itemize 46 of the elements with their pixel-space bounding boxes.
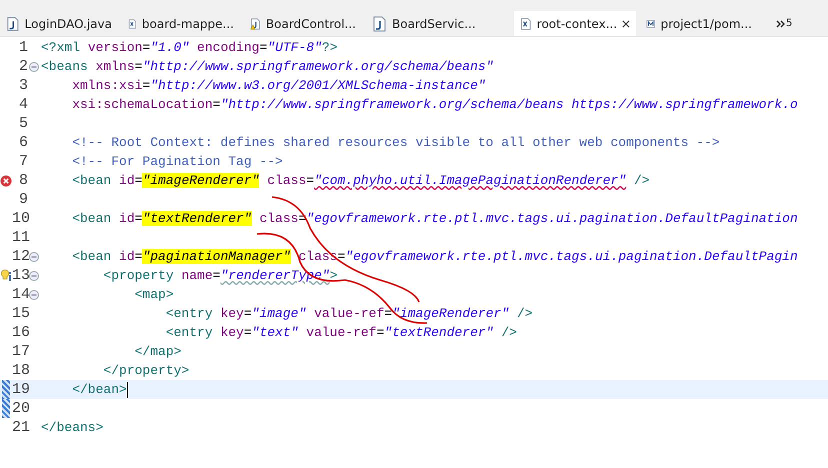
chevron-icon[interactable]: [776, 20, 786, 28]
line-number: 5: [18, 115, 28, 132]
line-number: 16: [12, 324, 28, 341]
line-number: 21: [12, 419, 28, 436]
code-line: </map>: [134, 343, 182, 361]
code-line: </property>: [102, 362, 190, 380]
line-number: 18: [12, 362, 28, 379]
line-number: 7: [18, 153, 28, 170]
line-number: 14: [12, 286, 28, 303]
line-number: 2: [18, 58, 28, 75]
code-line: xmlns:xsi="http://www.w3.org/2001/XMLSchema-instance": [71, 77, 486, 95]
code-line: <map>: [134, 286, 174, 304]
line-number: 11: [12, 229, 28, 246]
collapse-icon[interactable]: [29, 62, 39, 72]
line-number: 13: [12, 267, 28, 284]
java-file-icon: [372, 16, 387, 32]
code-line: </bean>: [71, 380, 128, 399]
line-number: 20: [12, 400, 28, 417]
collapse-icon[interactable]: [29, 252, 39, 262]
code-line: <bean id="imageRenderer" class="com.phyho.util.ImagePaginationRenderer" />: [71, 172, 650, 190]
close-icon[interactable]: [622, 18, 630, 28]
xml-file-icon: [520, 16, 532, 32]
line-number: 12: [12, 248, 28, 265]
code-line: <!-- For Pagination Tag -->: [71, 153, 283, 171]
overflow-count[interactable]: 5: [786, 18, 792, 29]
code-line: <beans xmlns="http://www.springframework.org/schema/beans": [41, 58, 494, 76]
collapse-icon[interactable]: [29, 270, 39, 280]
line-number: 9: [18, 191, 28, 208]
code-line: <entry key="image" value-ref="imageRenderer" />: [164, 305, 533, 323]
java-file-icon: [6, 16, 20, 32]
line-number: 17: [12, 343, 28, 360]
collapse-icon[interactable]: [29, 290, 39, 300]
line-number: 6: [18, 134, 28, 151]
code-line: <entry key="text" value-ref="textRenderer" />: [164, 324, 517, 342]
code-line: <!-- Root Context: defines shared resources visible to all other web components -->: [71, 134, 720, 152]
line-number: 1: [18, 39, 28, 56]
editor-tab[interactable]: root-contex...: [514, 11, 636, 36]
code-line: <?xml version="1.0" encoding="UTF-8"?>: [41, 39, 338, 57]
line-number: 19: [12, 381, 28, 398]
line-number: 15: [12, 305, 28, 322]
code-line: xsi:schemaLocation="http://www.springframework.org/schema/beans https://www.springframework.o: [71, 96, 798, 114]
line-number: 10: [12, 210, 28, 227]
line-number: 4: [18, 96, 28, 113]
line-number: 3: [18, 77, 28, 94]
code-line: </beans>: [41, 419, 104, 437]
line-number: 8: [18, 172, 28, 189]
